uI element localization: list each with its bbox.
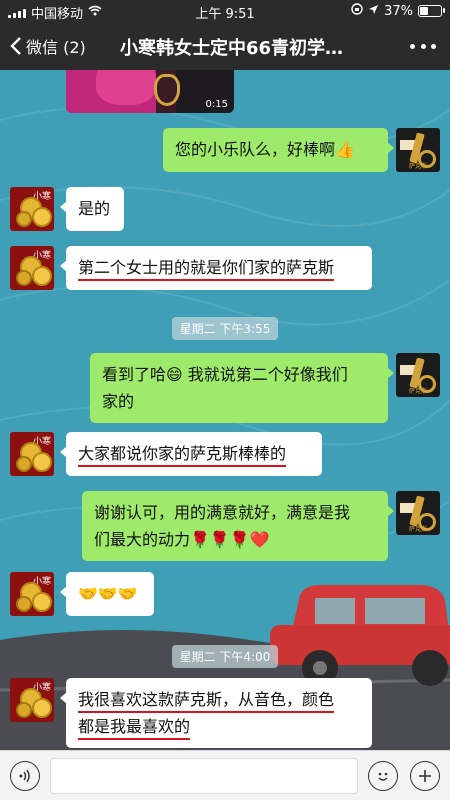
message-text-line: 们最大的动力🌹🌹🌹❤️ [94, 530, 270, 549]
message-bubble-received[interactable]: 第二个女士用的就是你们家的萨克斯 [60, 246, 372, 290]
message-text: 第二个女士用的就是你们家的萨克斯 [78, 258, 335, 277]
message-text: 大家都说你家的萨克斯棒棒的 [78, 444, 287, 463]
message-bubble-received[interactable]: 是的 [60, 187, 124, 231]
status-bar: 中国移动 上午 9:51 37% [0, 0, 450, 22]
timestamp-text: 星期二 下午3:55 [171, 317, 279, 340]
contact-avatar[interactable]: 小寒 [10, 678, 54, 722]
emoji-button[interactable] [368, 761, 398, 791]
battery-percent: 37% [384, 3, 413, 19]
battery-icon [418, 5, 445, 17]
message-bubble-received[interactable]: 大家都说你家的萨克斯棒棒的 [60, 432, 322, 476]
contact-avatar[interactable]: 小寒 [10, 187, 54, 231]
wechat-chat-screen: 中国移动 上午 9:51 37% 微信 (2) 小寒韩女士定中66青初学… 0:… [0, 0, 450, 800]
my-avatar[interactable]: 萨克斯 [396, 128, 440, 172]
message-text: 是的 [78, 199, 111, 218]
signal-icon [8, 8, 26, 18]
message-text-line: 都是我最喜欢的 [78, 717, 191, 736]
contact-avatar[interactable]: 小寒 [10, 432, 54, 476]
timestamp: 星期二 下午4:00 [0, 645, 450, 668]
plus-icon [419, 770, 431, 782]
contact-avatar[interactable]: 小寒 [10, 246, 54, 290]
voice-input-button[interactable] [10, 761, 40, 791]
message-text-line: 家的 [102, 392, 135, 411]
message-text-line: 看到了哈😄 我就说第二个好像我们 [102, 365, 348, 384]
chat-title: 小寒韩女士定中66青初学… [120, 38, 344, 59]
message-text: 您的小乐队么，好棒啊👍 [175, 140, 355, 159]
my-avatar[interactable]: 萨克斯 [396, 353, 440, 397]
chevron-left-icon [10, 37, 21, 55]
message-text: 🤝🤝🤝 [78, 584, 138, 603]
more-functions-button[interactable] [410, 761, 440, 791]
location-icon [368, 4, 379, 19]
more-options-icon[interactable] [410, 36, 436, 56]
message-input[interactable] [50, 758, 358, 794]
message-text-line: 我很喜欢这款萨克斯，从音色，颜色 [78, 690, 335, 709]
chat-message-list[interactable]: 0:15 萨克斯 您的小乐队么，好棒啊👍 小寒 是的 小寒 第二个女士用的就是你… [0, 70, 450, 750]
message-bubble-sent[interactable]: 看到了哈😄 我就说第二个好像我们 家的 [90, 353, 394, 423]
wifi-icon [88, 5, 102, 20]
message-bubble-sent[interactable]: 谢谢认可，用的满意就好，满意是我 们最大的动力🌹🌹🌹❤️ [82, 491, 394, 561]
my-avatar[interactable]: 萨克斯 [396, 491, 440, 535]
contact-avatar[interactable]: 小寒 [10, 572, 54, 616]
chat-input-bar [0, 750, 450, 800]
chat-nav-bar: 微信 (2) 小寒韩女士定中66青初学… [0, 22, 450, 70]
message-bubble-sent[interactable]: 您的小乐队么，好棒啊👍 [163, 128, 394, 172]
emoji-icon [378, 772, 388, 781]
video-duration: 0:15 [205, 99, 228, 110]
video-message[interactable]: 0:15 [66, 70, 234, 113]
rotation-lock-icon [351, 3, 363, 19]
voice-icon [19, 769, 30, 783]
timestamp: 星期二 下午3:55 [0, 317, 450, 340]
timestamp-text: 星期二 下午4:00 [171, 645, 279, 668]
back-button[interactable]: 微信 (2) [10, 30, 86, 62]
message-text-line: 谢谢认可，用的满意就好，满意是我 [94, 503, 351, 522]
back-label: 微信 (2) [26, 38, 86, 57]
message-bubble-received[interactable]: 🤝🤝🤝 [60, 572, 154, 616]
message-bubble-received[interactable]: 我很喜欢这款萨克斯，从音色，颜色 都是我最喜欢的 [60, 678, 372, 748]
carrier-name: 中国移动 [31, 7, 84, 22]
